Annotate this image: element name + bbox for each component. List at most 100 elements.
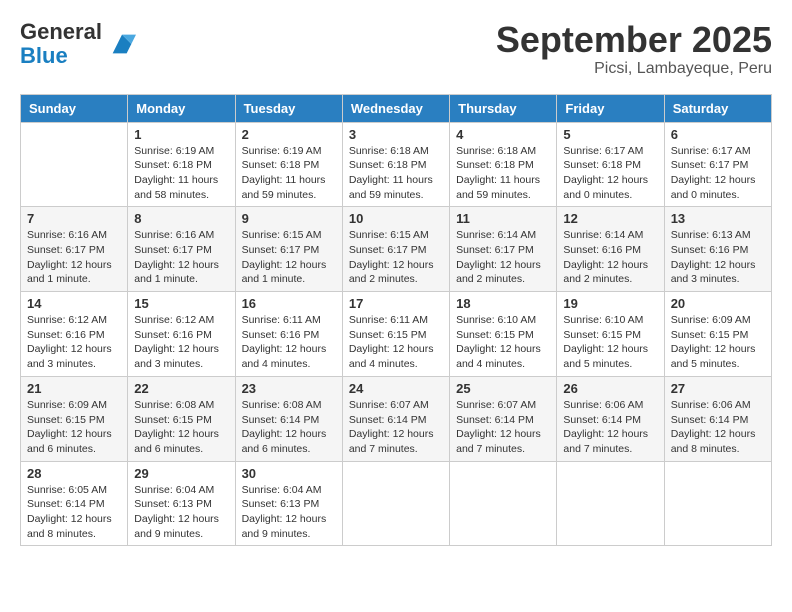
day-number: 1	[134, 127, 228, 142]
day-info: Sunrise: 6:09 AM Sunset: 6:15 PM Dayligh…	[671, 313, 765, 372]
day-info: Sunrise: 6:07 AM Sunset: 6:14 PM Dayligh…	[456, 398, 550, 457]
day-number: 30	[242, 466, 336, 481]
day-number: 17	[349, 296, 443, 311]
day-number: 26	[563, 381, 657, 396]
day-number: 19	[563, 296, 657, 311]
calendar-cell: 29 Sunrise: 6:04 AM Sunset: 6:13 PM Dayli…	[128, 461, 235, 546]
day-info: Sunrise: 6:16 AM Sunset: 6:17 PM Dayligh…	[27, 228, 121, 287]
day-number: 27	[671, 381, 765, 396]
day-info: Sunrise: 6:07 AM Sunset: 6:14 PM Dayligh…	[349, 398, 443, 457]
day-number: 14	[27, 296, 121, 311]
day-number: 18	[456, 296, 550, 311]
day-number: 25	[456, 381, 550, 396]
calendar-cell: 6 Sunrise: 6:17 AM Sunset: 6:17 PM Daylig…	[664, 122, 771, 207]
calendar-cell: 5Sunrise: 6:17 AM Sunset: 6:18 PM Daylig…	[557, 122, 664, 207]
logo: General Blue	[20, 20, 136, 68]
calendar-cell: 13 Sunrise: 6:13 AM Sunset: 6:16 PM Dayli…	[664, 207, 771, 292]
weekday-header-row: SundayMondayTuesdayWednesdayThursdayFrid…	[21, 94, 772, 122]
day-info: Sunrise: 6:11 AM Sunset: 6:16 PM Dayligh…	[242, 313, 336, 372]
page-header: General Blue September 2025 Picsi, Lamba…	[20, 20, 772, 78]
weekday-header: Sunday	[21, 94, 128, 122]
weekday-header: Thursday	[450, 94, 557, 122]
day-info: Sunrise: 6:13 AM Sunset: 6:16 PM Dayligh…	[671, 228, 765, 287]
day-number: 21	[27, 381, 121, 396]
calendar-cell: 25 Sunrise: 6:07 AM Sunset: 6:14 PM Dayli…	[450, 376, 557, 461]
day-info: Sunrise: 6:18 AM Sunset: 6:18 PM Dayligh…	[456, 144, 550, 203]
calendar-cell: 7 Sunrise: 6:16 AM Sunset: 6:17 PM Daylig…	[21, 207, 128, 292]
day-info: Sunrise: 6:14 AM Sunset: 6:17 PM Dayligh…	[456, 228, 550, 287]
calendar-cell: 24 Sunrise: 6:07 AM Sunset: 6:14 PM Dayli…	[342, 376, 449, 461]
calendar-cell: 4Sunrise: 6:18 AM Sunset: 6:18 PM Daylig…	[450, 122, 557, 207]
day-info: Sunrise: 6:04 AM Sunset: 6:13 PM Dayligh…	[134, 483, 228, 542]
day-number: 6	[671, 127, 765, 142]
week-row: 28Sunrise: 6:05 AM Sunset: 6:14 PM Dayli…	[21, 461, 772, 546]
day-info: Sunrise: 6:12 AM Sunset: 6:16 PM Dayligh…	[27, 313, 121, 372]
calendar-cell: 9 Sunrise: 6:15 AM Sunset: 6:17 PM Daylig…	[235, 207, 342, 292]
calendar-cell: 22 Sunrise: 6:08 AM Sunset: 6:15 PM Dayli…	[128, 376, 235, 461]
calendar-cell: 28Sunrise: 6:05 AM Sunset: 6:14 PM Dayli…	[21, 461, 128, 546]
week-row: 21 Sunrise: 6:09 AM Sunset: 6:15 PM Dayli…	[21, 376, 772, 461]
calendar-cell: 2 Sunrise: 6:19 AM Sunset: 6:18 PM Daylig…	[235, 122, 342, 207]
week-row: 1 Sunrise: 6:19 AM Sunset: 6:18 PM Daylig…	[21, 122, 772, 207]
calendar-cell: 12Sunrise: 6:14 AM Sunset: 6:16 PM Dayli…	[557, 207, 664, 292]
day-info: Sunrise: 6:09 AM Sunset: 6:15 PM Dayligh…	[27, 398, 121, 457]
day-number: 13	[671, 211, 765, 226]
calendar-cell: 8 Sunrise: 6:16 AM Sunset: 6:17 PM Daylig…	[128, 207, 235, 292]
day-info: Sunrise: 6:06 AM Sunset: 6:14 PM Dayligh…	[563, 398, 657, 457]
day-number: 24	[349, 381, 443, 396]
week-row: 14 Sunrise: 6:12 AM Sunset: 6:16 PM Dayli…	[21, 292, 772, 377]
logo-icon	[108, 30, 136, 58]
day-info: Sunrise: 6:06 AM Sunset: 6:14 PM Dayligh…	[671, 398, 765, 457]
calendar-cell	[557, 461, 664, 546]
day-number: 29	[134, 466, 228, 481]
day-info: Sunrise: 6:16 AM Sunset: 6:17 PM Dayligh…	[134, 228, 228, 287]
day-info: Sunrise: 6:17 AM Sunset: 6:17 PM Dayligh…	[671, 144, 765, 203]
day-number: 20	[671, 296, 765, 311]
day-number: 22	[134, 381, 228, 396]
weekday-header: Tuesday	[235, 94, 342, 122]
day-number: 16	[242, 296, 336, 311]
day-number: 23	[242, 381, 336, 396]
calendar-cell: 1 Sunrise: 6:19 AM Sunset: 6:18 PM Daylig…	[128, 122, 235, 207]
month-title: September 2025	[496, 20, 772, 60]
day-info: Sunrise: 6:04 AM Sunset: 6:13 PM Dayligh…	[242, 483, 336, 542]
calendar-cell: 20 Sunrise: 6:09 AM Sunset: 6:15 PM Dayli…	[664, 292, 771, 377]
day-info: Sunrise: 6:15 AM Sunset: 6:17 PM Dayligh…	[349, 228, 443, 287]
day-number: 3	[349, 127, 443, 142]
calendar-cell: 17Sunrise: 6:11 AM Sunset: 6:15 PM Dayli…	[342, 292, 449, 377]
day-info: Sunrise: 6:08 AM Sunset: 6:14 PM Dayligh…	[242, 398, 336, 457]
day-info: Sunrise: 6:15 AM Sunset: 6:17 PM Dayligh…	[242, 228, 336, 287]
day-number: 2	[242, 127, 336, 142]
day-number: 9	[242, 211, 336, 226]
calendar-cell: 16 Sunrise: 6:11 AM Sunset: 6:16 PM Dayli…	[235, 292, 342, 377]
day-number: 8	[134, 211, 228, 226]
calendar-cell: 27 Sunrise: 6:06 AM Sunset: 6:14 PM Dayli…	[664, 376, 771, 461]
day-info: Sunrise: 6:10 AM Sunset: 6:15 PM Dayligh…	[563, 313, 657, 372]
calendar: SundayMondayTuesdayWednesdayThursdayFrid…	[20, 94, 772, 547]
weekday-header: Saturday	[664, 94, 771, 122]
logo-blue: Blue	[20, 44, 102, 68]
calendar-cell	[21, 122, 128, 207]
calendar-cell: 30 Sunrise: 6:04 AM Sunset: 6:13 PM Dayli…	[235, 461, 342, 546]
day-number: 5	[563, 127, 657, 142]
day-info: Sunrise: 6:19 AM Sunset: 6:18 PM Dayligh…	[242, 144, 336, 203]
day-info: Sunrise: 6:14 AM Sunset: 6:16 PM Dayligh…	[563, 228, 657, 287]
calendar-cell: 19 Sunrise: 6:10 AM Sunset: 6:15 PM Dayli…	[557, 292, 664, 377]
calendar-cell: 11 Sunrise: 6:14 AM Sunset: 6:17 PM Dayli…	[450, 207, 557, 292]
logo-general: General	[20, 20, 102, 44]
calendar-cell: 10 Sunrise: 6:15 AM Sunset: 6:17 PM Dayli…	[342, 207, 449, 292]
title-block: September 2025 Picsi, Lambayeque, Peru	[496, 20, 772, 78]
day-info: Sunrise: 6:08 AM Sunset: 6:15 PM Dayligh…	[134, 398, 228, 457]
week-row: 7 Sunrise: 6:16 AM Sunset: 6:17 PM Daylig…	[21, 207, 772, 292]
calendar-cell: 3Sunrise: 6:18 AM Sunset: 6:18 PM Daylig…	[342, 122, 449, 207]
day-info: Sunrise: 6:19 AM Sunset: 6:18 PM Dayligh…	[134, 144, 228, 203]
weekday-header: Friday	[557, 94, 664, 122]
day-number: 7	[27, 211, 121, 226]
day-number: 10	[349, 211, 443, 226]
calendar-cell: 23 Sunrise: 6:08 AM Sunset: 6:14 PM Dayli…	[235, 376, 342, 461]
calendar-cell: 14 Sunrise: 6:12 AM Sunset: 6:16 PM Dayli…	[21, 292, 128, 377]
calendar-cell	[450, 461, 557, 546]
day-number: 11	[456, 211, 550, 226]
calendar-cell: 15Sunrise: 6:12 AM Sunset: 6:16 PM Dayli…	[128, 292, 235, 377]
weekday-header: Monday	[128, 94, 235, 122]
